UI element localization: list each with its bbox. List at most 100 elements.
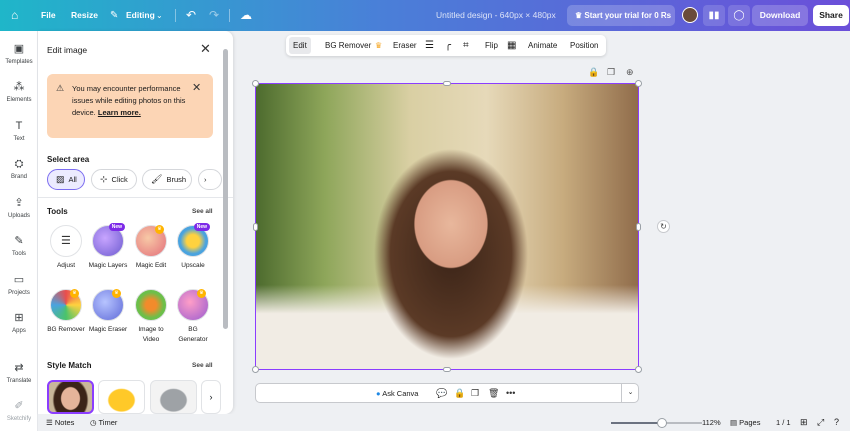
tool-adjust[interactable]: ☰ Adjust: [46, 225, 86, 271]
flip-button[interactable]: Flip: [485, 35, 498, 56]
rotate-icon[interactable]: ↻: [657, 220, 670, 233]
editing-mode-dropdown[interactable]: Editing: [126, 0, 155, 31]
tool-magic-layers[interactable]: New Magic Layers: [88, 223, 128, 271]
select-area-scroll-right[interactable]: ›: [198, 169, 222, 190]
chevron-down-icon[interactable]: ⌄: [621, 384, 639, 402]
style-match-thumbnail[interactable]: [47, 380, 94, 414]
resize-handle[interactable]: [252, 80, 259, 87]
canvas-image[interactable]: [255, 83, 639, 370]
pages-icon: ▤: [730, 418, 740, 427]
resize-handle[interactable]: [635, 80, 642, 87]
tools-icon: ✎: [14, 235, 24, 247]
rail-item-projects[interactable]: ▭ Projects: [0, 274, 38, 296]
style-match-thumbnail[interactable]: [98, 380, 145, 414]
download-button[interactable]: Download: [752, 5, 808, 26]
crown-icon: ♛: [112, 289, 121, 298]
style-match-scroll-right[interactable]: ›: [201, 380, 221, 414]
canva-logo-icon: ●: [376, 389, 381, 398]
add-page-icon[interactable]: ⊕: [626, 67, 634, 78]
crop-icon[interactable]: ⌗: [463, 35, 469, 56]
resize-menu[interactable]: Resize: [71, 0, 98, 31]
help-icon[interactable]: ?: [834, 414, 839, 431]
home-icon[interactable]: ⌂: [11, 0, 18, 31]
chevron-right-icon: ›: [209, 392, 213, 402]
resize-handle[interactable]: [636, 223, 641, 231]
rail-item-text[interactable]: T Text: [0, 120, 38, 142]
portrait-photo[interactable]: [256, 84, 638, 369]
insights-icon[interactable]: ▮▮: [703, 5, 725, 26]
more-options-icon[interactable]: •••: [506, 386, 515, 401]
duplicate-icon[interactable]: ❐: [607, 67, 615, 78]
style-match-see-all[interactable]: See all: [192, 362, 213, 369]
file-menu[interactable]: File: [41, 0, 56, 31]
tool-upscale[interactable]: New Upscale: [173, 223, 213, 271]
dismiss-warning-icon[interactable]: ✕: [192, 81, 201, 94]
tool-bg-generator[interactable]: ♛ BG Generator: [173, 289, 213, 345]
avatar[interactable]: [682, 7, 698, 23]
design-title[interactable]: Untitled design - 640px × 480px: [436, 0, 556, 31]
trash-icon[interactable]: 🗑: [488, 386, 499, 401]
select-area-all[interactable]: ▨ All: [47, 169, 85, 190]
zoom-level[interactable]: 112%: [702, 414, 721, 431]
animate-button[interactable]: Animate: [528, 35, 557, 56]
select-area-click[interactable]: ⊹ Click: [91, 169, 137, 190]
panel-scrollbar[interactable]: [223, 45, 228, 410]
tool-bg-remover[interactable]: ♛ BG Remover: [46, 289, 86, 335]
bottom-bar: ☰ Notes ◷ Timer 112% ▤ Pages 1 / 1 ⊞ ⤢ ?: [38, 414, 850, 431]
zoom-slider-knob[interactable]: [656, 418, 667, 428]
grid-view-icon[interactable]: ⊞: [800, 414, 808, 431]
rail-item-uploads[interactable]: ⇪ Uploads: [0, 197, 38, 219]
resize-handle[interactable]: [443, 367, 451, 372]
resize-handle[interactable]: [252, 366, 259, 373]
comment-icon[interactable]: ◯: [728, 5, 750, 26]
pages-button[interactable]: ▤ Pages: [730, 414, 760, 431]
select-area-brush[interactable]: 🖌 Brush: [142, 169, 192, 190]
rail-item-brand[interactable]: ⛭ Brand: [0, 158, 38, 180]
tool-magic-edit[interactable]: ♛ Magic Edit: [131, 225, 171, 271]
undo-icon[interactable]: ↶: [186, 0, 196, 31]
border-style-icon[interactable]: ☰: [425, 35, 434, 56]
zoom-slider[interactable]: [611, 418, 702, 428]
rail-item-translate[interactable]: ⇄ Translate: [0, 362, 38, 384]
cloud-sync-icon[interactable]: ☁: [240, 0, 252, 31]
ask-canva-button[interactable]: ● Ask Canva: [376, 386, 418, 401]
edit-button[interactable]: Edit: [293, 35, 307, 56]
eraser-button[interactable]: Eraser: [393, 35, 417, 56]
bg-remover-button[interactable]: BG Remover: [325, 35, 371, 56]
scrollbar-thumb[interactable]: [223, 49, 228, 329]
redo-icon[interactable]: ↷: [209, 0, 219, 31]
resize-handle[interactable]: [443, 81, 451, 86]
left-rail: ▣ Templates ⁂ Elements T Text ⛭ Brand ⇪ …: [0, 31, 38, 431]
notes-button[interactable]: ☰ Notes: [46, 414, 74, 431]
close-icon[interactable]: ✕: [200, 41, 211, 57]
learn-more-link[interactable]: Learn more.: [98, 108, 141, 117]
rail-item-tools[interactable]: ✎ Tools: [0, 235, 38, 257]
chevron-down-icon[interactable]: ⌄: [156, 0, 163, 31]
fullscreen-icon[interactable]: ⤢: [817, 414, 824, 431]
start-trial-button[interactable]: ♛ Start your trial for 0 Rs: [567, 5, 675, 26]
corner-rounding-icon[interactable]: ╭: [445, 35, 451, 56]
brush-icon: 🖌: [151, 174, 163, 184]
timer-button[interactable]: ◷ Timer: [90, 414, 117, 431]
tools-see-all[interactable]: See all: [192, 208, 213, 215]
tool-image-to-video[interactable]: Image to Video: [131, 289, 171, 345]
crown-icon: ♛: [155, 225, 164, 234]
rail-item-apps[interactable]: ⊞ Apps: [0, 312, 38, 334]
style-match-thumbnail[interactable]: [150, 380, 197, 414]
lock-icon[interactable]: 🔒: [454, 386, 465, 401]
tool-magic-eraser[interactable]: ♛ Magic Eraser: [88, 289, 128, 335]
position-button[interactable]: Position: [570, 35, 598, 56]
rail-item-sketchify[interactable]: ✐ Sketchify: [0, 400, 38, 422]
lock-icon[interactable]: 🔒: [588, 67, 599, 78]
resize-handle[interactable]: [253, 223, 258, 231]
adjust-icon: ☰: [50, 225, 82, 257]
performance-warning: ⚠ You may encounter performance issues w…: [47, 74, 213, 138]
transparency-icon[interactable]: ▦: [507, 35, 516, 56]
share-button[interactable]: Share: [813, 5, 849, 26]
rail-item-templates[interactable]: ▣ Templates: [0, 43, 38, 65]
add-comment-icon[interactable]: 💬: [436, 386, 447, 401]
rail-item-elements[interactable]: ⁂ Elements: [0, 81, 38, 103]
duplicate-icon[interactable]: ❐: [471, 386, 479, 401]
resize-handle[interactable]: [635, 366, 642, 373]
pencil-icon: ✎: [110, 10, 119, 21]
